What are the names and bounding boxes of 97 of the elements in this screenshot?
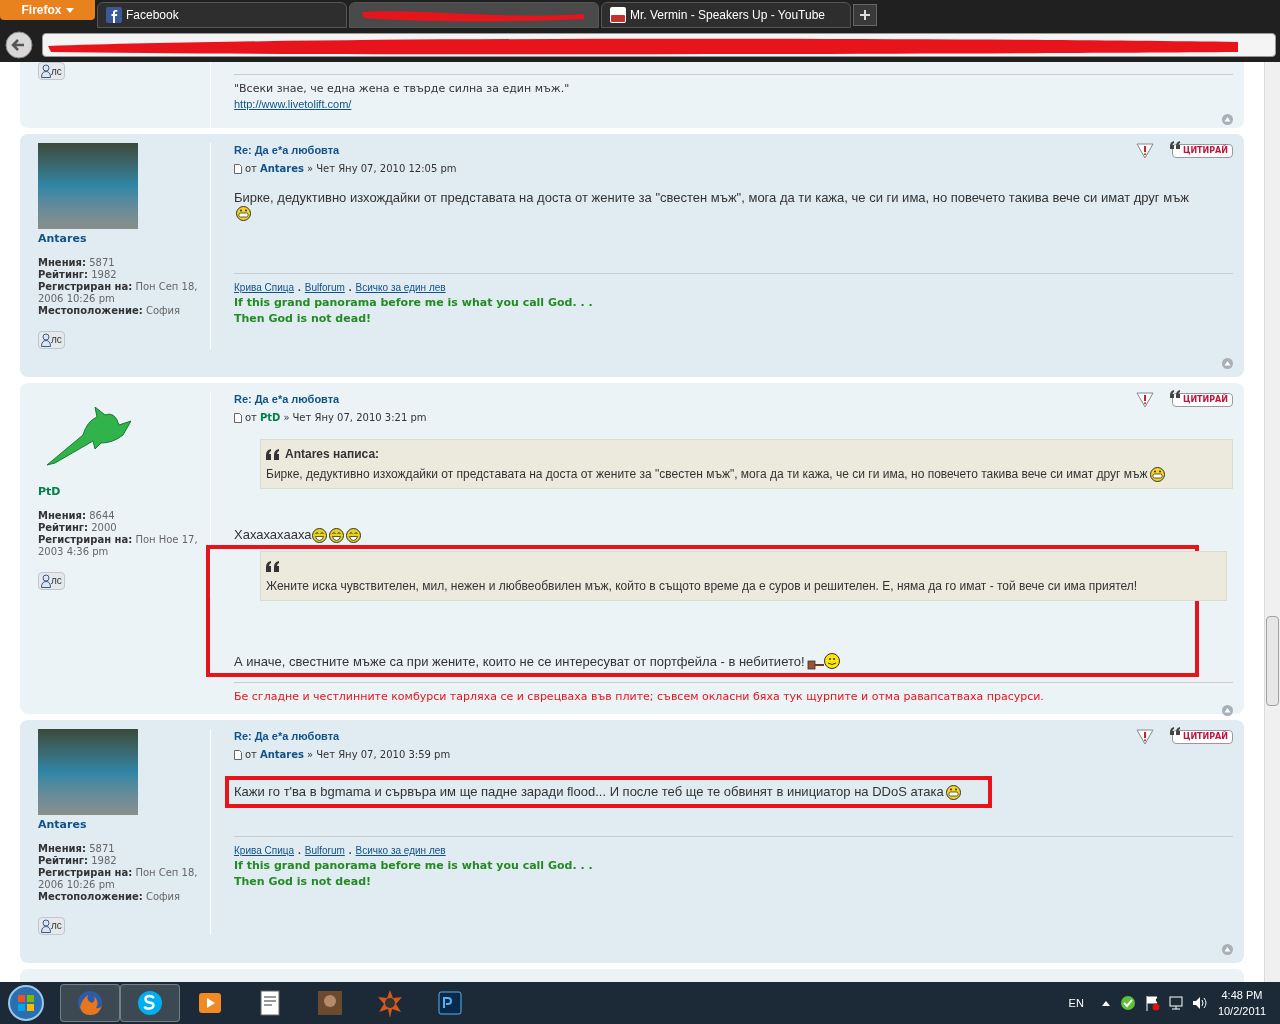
profile-stat: Рейтинг: 1982: [38, 855, 118, 867]
profile-stat: Местоположение: София: [38, 305, 182, 317]
quote-mark-icon: [1169, 727, 1180, 735]
flag-icon[interactable]: [1143, 995, 1160, 1011]
signature-link[interactable]: Крива Спица: [234, 280, 295, 295]
profile-stat: Регистриран на: Пон Сеп 18, 2006 10:26 pm: [38, 867, 199, 891]
tab-label: Facebook: [126, 7, 179, 24]
quote-mark-icon: [1169, 390, 1180, 398]
signature-link[interactable]: Bulforum: [304, 280, 345, 295]
author-name[interactable]: Antares: [38, 819, 204, 831]
browser-tab[interactable]: Facebook: [97, 2, 347, 28]
link-separator: .: [348, 844, 352, 858]
clock-date[interactable]: 10/2/2011: [1217, 1003, 1266, 1019]
signature-text: If this grand panorama before me is what you call God. . .: [234, 295, 594, 311]
signature-link[interactable]: Bulforum: [304, 843, 345, 858]
pm-button[interactable]: лс: [38, 917, 65, 935]
profile-stat: Мнения: 5871: [38, 843, 116, 855]
plus-icon: [860, 10, 870, 20]
signature-link[interactable]: http://www.livetolift.com/: [234, 97, 352, 112]
post-text: Бирке, дедуктивно изхождайки от представата на доста от жените за "свестен мъж", мога да ти кажа, че си ги има, но повечето такива вече си имат друг мъж: [234, 190, 1189, 206]
signature-text: Then God is not dead!: [234, 311, 373, 327]
quote-mark-icon: [266, 448, 281, 460]
author-link[interactable]: Antares: [259, 161, 304, 176]
back-button-icon[interactable]: [4, 30, 34, 60]
profile-stat: Мнения: 5871: [38, 257, 116, 269]
quote-text: Бирке, дедуктивно изхождайки от представата на доста от жените за "свестен мъж", мога да ти кажа, че си ги има, но повечето такива вече си имат друг мъж: [266, 466, 1148, 483]
document-icon: [234, 749, 242, 760]
user-icon: [41, 919, 51, 933]
quote-mark-icon: [266, 560, 281, 572]
author-name[interactable]: PtD: [38, 486, 204, 498]
profile-stat: Мнения: 8644: [38, 510, 116, 522]
author-link[interactable]: Antares: [259, 747, 304, 762]
signature-text: Бе сгладне и честлинните комбурси тарляха се и сврецваха във плите; съвсем окласни бяха тук щурпите и отма равапсатваха прасурси.: [234, 689, 1045, 705]
new-tab-button[interactable]: [853, 4, 877, 26]
scrollbar-thumb[interactable]: [1266, 616, 1279, 706]
language-indicator[interactable]: EN: [1068, 994, 1084, 1012]
network-icon[interactable]: [1167, 995, 1184, 1011]
post-date: Чет Яну 07, 2010 12:05 pm: [316, 162, 457, 176]
warning-icon[interactable]: [1135, 729, 1154, 745]
post-text: А иначе, свестните мъже са при жените, които не се интересуват от портфейла - в небитието!: [234, 654, 805, 670]
signature-text: Then God is not dead!: [234, 874, 373, 890]
quote-author: Antares написа:: [285, 446, 380, 463]
separator: »: [283, 411, 290, 425]
post-by: от: [245, 411, 257, 425]
pm-button[interactable]: лс: [38, 572, 65, 590]
signature-text: If this grand panorama before me is what you call God. . .: [234, 858, 594, 874]
volume-icon[interactable]: [1191, 995, 1208, 1011]
clock-time[interactable]: 4:48 PM: [1221, 987, 1263, 1003]
signature-link[interactable]: Крива Спица: [234, 843, 295, 858]
scrollbar[interactable]: [1264, 62, 1280, 982]
tab-label: Mr. Vermin - Speakers Up - YouTube: [630, 7, 825, 24]
profile-stat: Регистриран на: Пон Ное 17, 2003 4:36 pm: [38, 534, 199, 558]
pm-button[interactable]: лс: [38, 62, 65, 80]
profile-stat: Местоположение: София: [38, 891, 182, 903]
document-icon: [234, 412, 242, 423]
document-icon: [234, 163, 242, 174]
post-title[interactable]: Re: Да е*а любовта: [234, 392, 427, 406]
link-separator: .: [298, 844, 301, 858]
author-name[interactable]: Antares: [38, 233, 204, 245]
post-by: от: [245, 748, 257, 762]
caret-icon[interactable]: [1101, 1000, 1110, 1006]
user-icon: [41, 333, 51, 347]
link-separator: .: [348, 281, 352, 295]
signature-text: "Всеки знае, че една жена е твърде силна за един мъж.": [234, 81, 571, 97]
profile-stat: Рейтинг: 1982: [38, 269, 118, 281]
post-title[interactable]: Re: Да е*а любовта: [234, 729, 451, 743]
facebook-icon: [106, 7, 122, 23]
post-date: Чет Яну 07, 2010 3:59 pm: [316, 748, 451, 762]
pm-button[interactable]: лс: [38, 331, 65, 349]
quote-mark-icon: [1169, 141, 1180, 149]
chat-status-icon[interactable]: [1119, 995, 1136, 1011]
quote-button[interactable]: ЦИТИРАЙ: [1171, 144, 1233, 158]
warning-icon[interactable]: [1135, 392, 1154, 408]
caret-icon: [65, 7, 74, 13]
post-text: Кажи го т'ва в bgmama и сървъра им ще падне заради flood... И после теб ще те обвинят в инициатор на DDoS атака: [234, 784, 944, 800]
taskbar-app-button[interactable]: [120, 984, 180, 1022]
separator: »: [307, 748, 314, 762]
video-site-icon: [610, 7, 626, 23]
signature-link[interactable]: Всичко за един лев: [355, 280, 446, 295]
quote-button[interactable]: ЦИТИРАЙ: [1171, 393, 1233, 407]
post-by: от: [245, 162, 257, 176]
profile-stat: Регистриран на: Пон Сеп 18, 2006 10:26 pm: [38, 281, 199, 305]
profile-stat: Рейтинг: 2000: [38, 522, 118, 534]
start-button-icon[interactable]: [6, 983, 46, 1023]
quote-text: Жените иска чувствителен, мил, нежен и любвеобвилен мъж, който в същото време да е суров и решителен. Е, няма да го имат - той вече си има приятел!: [266, 578, 1138, 595]
user-icon: [41, 64, 51, 78]
post-date: Чет Яну 07, 2010 3:21 pm: [292, 411, 427, 425]
link-separator: .: [298, 281, 301, 295]
quote-button[interactable]: ЦИТИРАЙ: [1171, 730, 1233, 744]
user-icon: [41, 574, 51, 588]
post-title[interactable]: Re: Да е*а любовта: [234, 143, 457, 157]
browser-tab[interactable]: Mr. Vermin - Speakers Up - YouTube: [601, 2, 851, 28]
warning-icon[interactable]: [1135, 143, 1154, 159]
post-text: Хахахахааха: [234, 527, 312, 543]
separator: »: [307, 162, 314, 176]
author-link[interactable]: PtD: [259, 410, 281, 425]
signature-link[interactable]: Всичко за един лев: [355, 843, 446, 858]
